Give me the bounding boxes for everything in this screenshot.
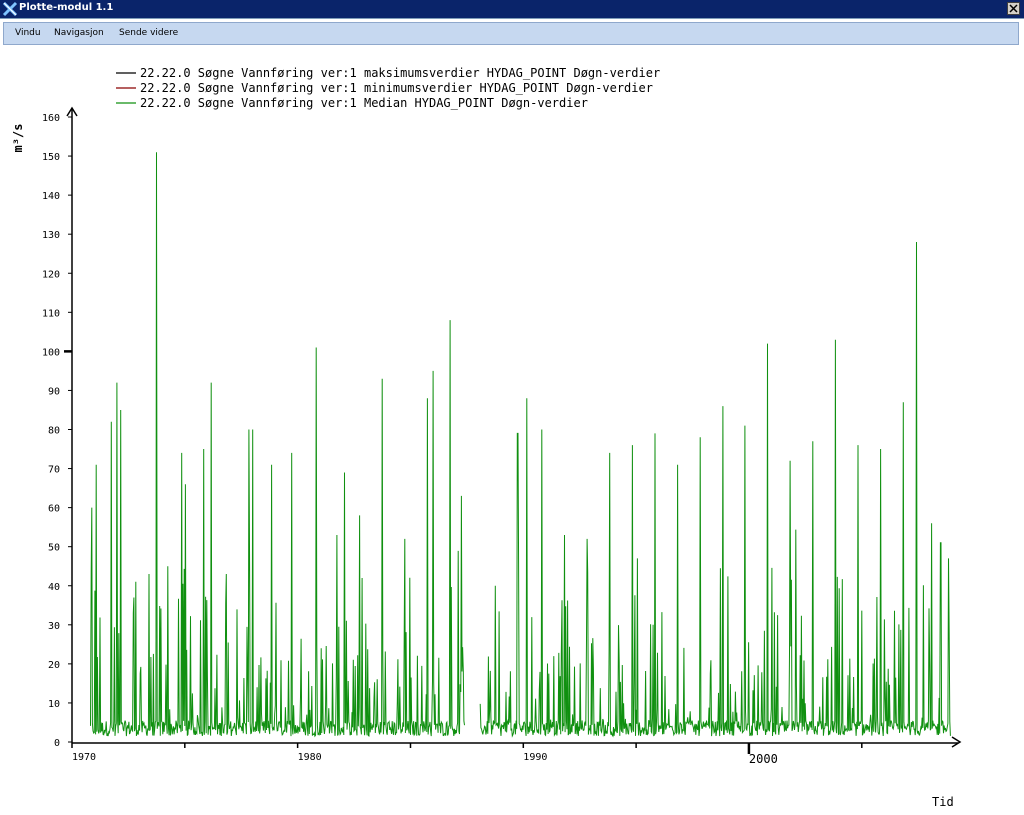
y-tick-label: 60 [48, 504, 60, 515]
y-tick-label: 100 [42, 347, 60, 358]
title-bar[interactable]: Plotte-modul 1.1 [0, 0, 1024, 19]
y-tick-label: 130 [42, 230, 60, 241]
legend-entry: 22.22.0 Søgne Vannføring ver:1 maksimums… [140, 66, 660, 80]
y-tick-label: 140 [42, 191, 60, 202]
window-title: Plotte-modul 1.1 [19, 2, 114, 13]
hydrograph-chart: 22.22.0 Søgne Vannføring ver:1 maksimums… [11, 66, 962, 809]
y-tick-label: 10 [48, 699, 60, 710]
plotte-window: Plotte-modul 1.1 Vindu Navigasjon Sende … [0, 0, 1024, 815]
x-tick-label: 1970 [72, 752, 96, 763]
menu-navigasjon[interactable]: Navigasjon [54, 28, 104, 38]
y-tick-label: 90 [48, 386, 60, 397]
y-tick-label: 70 [48, 465, 60, 476]
series-median-line [90, 152, 951, 738]
y-tick-label: 160 [42, 113, 60, 124]
x-axis-arrow [951, 736, 962, 748]
y-tick-label: 80 [48, 426, 60, 437]
x-tick-label: 2000 [749, 752, 778, 766]
close-icon [1009, 4, 1018, 13]
y-axis-label: m³/s [11, 124, 25, 153]
menu-bar: Vindu Navigasjon Sende videre [3, 22, 1019, 45]
y-tick-label: 40 [48, 582, 60, 593]
y-tick-label: 50 [48, 543, 60, 554]
legend-entry: 22.22.0 Søgne Vannføring ver:1 minimumsv… [140, 81, 653, 95]
x-tick-label: 1980 [298, 752, 322, 763]
menu-vindu[interactable]: Vindu [15, 28, 41, 38]
y-tick-label: 20 [48, 660, 60, 671]
y-tick-label: 0 [54, 738, 60, 749]
y-tick-label: 110 [42, 308, 60, 319]
close-button[interactable] [1007, 2, 1020, 15]
x-logo-icon [2, 1, 18, 17]
y-tick-label: 150 [42, 152, 60, 163]
plot-area: 22.22.0 Søgne Vannføring ver:1 maksimums… [0, 48, 1024, 815]
menu-sende-videre[interactable]: Sende videre [119, 28, 178, 38]
legend-entry: 22.22.0 Søgne Vannføring ver:1 Median HY… [140, 96, 588, 110]
y-tick-label: 120 [42, 269, 60, 280]
x-tick-label: 1990 [523, 752, 547, 763]
y-tick-label: 30 [48, 621, 60, 632]
x-axis-label: Tid [932, 795, 954, 809]
